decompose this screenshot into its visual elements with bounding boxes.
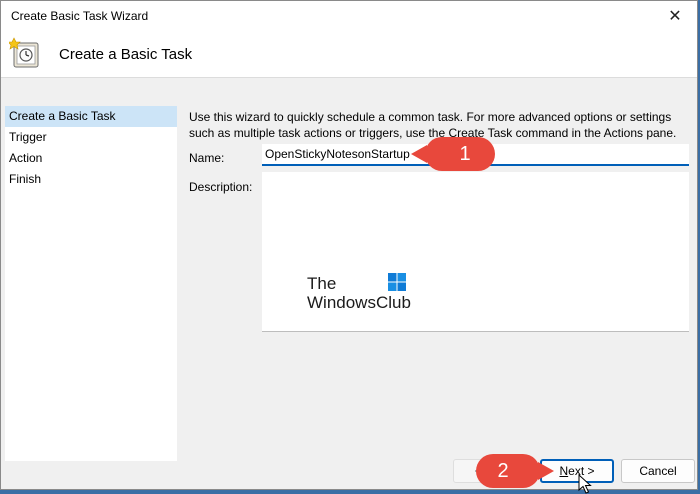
description-textarea[interactable]: The WindowsClub <box>262 172 689 332</box>
next-mnemonic: N <box>559 464 569 478</box>
name-label: Name: <box>189 151 225 165</box>
close-icon: ✕ <box>668 8 682 25</box>
mouse-pointer-icon <box>578 474 592 494</box>
sidebar-item-trigger[interactable]: Trigger <box>5 127 177 148</box>
watermark-line-2: WindowsClub <box>307 293 411 312</box>
sidebar-item-action[interactable]: Action <box>5 148 177 169</box>
callout-badge-2: 2 <box>476 454 554 488</box>
callout-badge-1: 1 <box>411 137 495 171</box>
wizard-steps: Create a Basic Task Trigger Action Finis… <box>5 106 177 461</box>
page-title: Create a Basic Task <box>59 46 193 63</box>
sidebar-item-finish[interactable]: Finish <box>5 169 177 190</box>
title-bar: Create Basic Task Wizard ✕ <box>1 1 697 31</box>
close-button[interactable]: ✕ <box>653 1 697 31</box>
cancel-button[interactable]: Cancel <box>621 459 695 483</box>
sidebar-item-create-basic-task[interactable]: Create a Basic Task <box>5 106 177 127</box>
task-scheduler-icon <box>9 37 39 68</box>
description-label: Description: <box>189 180 253 194</box>
window-title: Create Basic Task Wizard <box>11 9 149 23</box>
intro-line-1: Use this wizard to quickly schedule a co… <box>189 110 672 124</box>
wizard-window: Create Basic Task Wizard ✕ Create a Basi… <box>0 0 698 490</box>
windows-logo-icon <box>388 273 406 291</box>
wizard-header: Create a Basic Task <box>1 31 697 78</box>
